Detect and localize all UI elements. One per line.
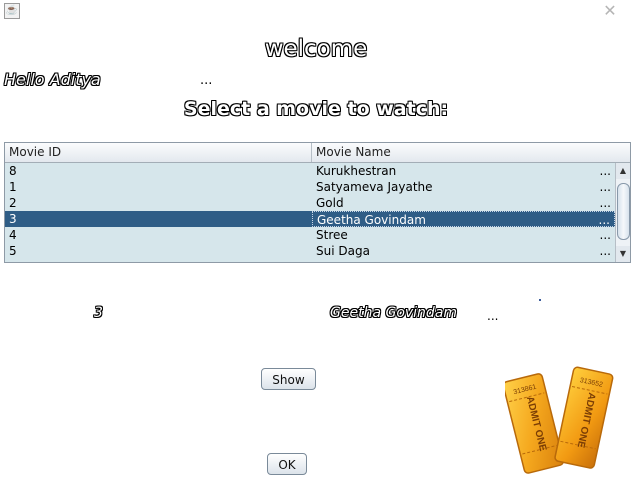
cell-movie-id: 3 (9, 212, 17, 226)
cell-ellipsis: ... (598, 213, 610, 227)
movie-name-text: Stree (316, 228, 348, 242)
cell-movie-name: Sui Daga ... (312, 243, 615, 259)
movie-table: Movie ID Movie Name 8 Kurukhestran ... 1… (4, 142, 631, 263)
table-body: 8 Kurukhestran ... 1 Satyameva Jayathe .… (5, 163, 615, 262)
stray-dot (539, 299, 541, 301)
ok-button[interactable]: OK (267, 453, 307, 475)
cell-ellipsis: ... (599, 244, 611, 258)
table-row[interactable]: 1 Satyameva Jayathe ... (5, 179, 615, 195)
cell-movie-name: Satyameva Jayathe ... (312, 179, 615, 195)
selected-movie-name: Geetha Govindam (330, 305, 458, 321)
column-header-movie-id[interactable]: Movie ID (5, 143, 312, 162)
cell-movie-id: 4 (9, 228, 17, 242)
table-header: Movie ID Movie Name (5, 143, 615, 163)
movie-name-text: Geetha Govindam (317, 213, 426, 227)
table-row[interactable]: 5 Sui Daga ... (5, 243, 615, 259)
table-corner (615, 143, 630, 163)
table-row[interactable]: 8 Kurukhestran ... (5, 163, 615, 179)
cell-movie-id: 5 (9, 244, 17, 258)
cell-movie-id: 8 (9, 164, 17, 178)
movie-name-text: Sui Daga (316, 244, 370, 258)
cell-movie-name: Geetha Govindam ... (312, 211, 615, 227)
table-row[interactable]: 2 Gold ... (5, 195, 615, 211)
greeting-suffix: ... (200, 73, 213, 88)
close-icon[interactable]: ✕ (600, 2, 620, 20)
table-row[interactable]: 4 Stree ... (5, 227, 615, 243)
cell-movie-id: 1 (9, 180, 17, 194)
scroll-down-arrow-icon[interactable]: ▼ (616, 246, 630, 262)
movie-tickets-icon: 313861 ADMIT ONE 313652 ADMIT ONE (505, 366, 614, 474)
column-header-movie-name[interactable]: Movie Name (312, 143, 615, 162)
selected-movie-suffix: ... (487, 309, 499, 323)
cell-movie-name: Kurukhestran ... (312, 163, 615, 179)
table-row-selected[interactable]: 3 Geetha Govindam ... (5, 211, 615, 227)
scroll-up-arrow-icon[interactable]: ▲ (616, 163, 630, 179)
cell-ellipsis: ... (599, 196, 611, 210)
cell-movie-name: Gold ... (312, 195, 615, 211)
welcome-title: welcome (264, 36, 368, 62)
table-vertical-scrollbar[interactable]: ▲ ▼ (615, 163, 630, 262)
movie-name-text: Gold (316, 196, 344, 210)
greeting-label: Hello Aditya (4, 70, 101, 89)
cell-movie-name: Stree ... (312, 227, 615, 243)
cell-movie-id: 2 (9, 196, 17, 210)
movie-name-text: Kurukhestran (316, 164, 397, 178)
cell-ellipsis: ... (599, 228, 611, 242)
scrollbar-thumb[interactable] (617, 183, 630, 240)
app-icon: ☕ (4, 3, 20, 19)
movie-name-text: Satyameva Jayathe (316, 180, 433, 194)
selected-movie-id: 3 (94, 305, 103, 321)
cell-ellipsis: ... (599, 180, 611, 194)
show-button[interactable]: Show (261, 368, 316, 390)
cell-ellipsis: ... (599, 164, 611, 178)
select-movie-heading: Select a movie to watch: (183, 98, 449, 120)
